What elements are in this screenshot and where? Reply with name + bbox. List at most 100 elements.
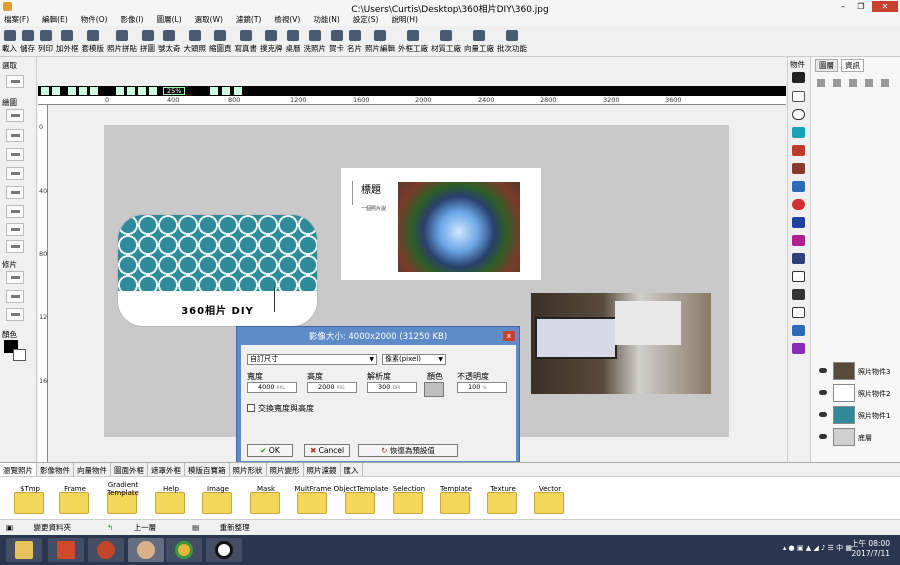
tab-frames[interactable]: 圖面外框: [111, 463, 148, 476]
tab-templates[interactable]: 模版百寶箱: [185, 463, 230, 476]
toolbar-photo-edit-button[interactable]: 照片編輯: [365, 27, 395, 56]
layer-item[interactable]: 照片物件1: [817, 406, 899, 424]
cut-icon[interactable]: [79, 87, 87, 95]
tray-icons[interactable]: ▴ ● ▣ ▲ ◢ ♪ ☰: [783, 544, 836, 552]
toolbar-id-photo-button[interactable]: 大頭照: [184, 27, 206, 56]
magnifier-icon[interactable]: [792, 181, 805, 192]
toolbar-montage-button[interactable]: 號太奇: [158, 27, 181, 56]
tab-vector-objects[interactable]: 向量物件: [74, 463, 111, 476]
pen-tool[interactable]: [6, 109, 24, 122]
eye-icon[interactable]: [819, 412, 827, 417]
menu-filter[interactable]: 濾鏡(T): [236, 14, 261, 26]
folder-item[interactable]: $Tmp: [14, 485, 46, 514]
tab-mask-frames[interactable]: 遮罩外框: [148, 463, 185, 476]
tab-photo-shapes[interactable]: 照片形狀: [230, 463, 267, 476]
swap-checkbox[interactable]: [247, 404, 255, 412]
redeye-tool[interactable]: [6, 308, 24, 321]
layer-options-icon[interactable]: [881, 79, 889, 87]
tab-image-objects[interactable]: 影像物件: [37, 463, 74, 476]
taskbar-chrome[interactable]: [166, 538, 202, 562]
menu-function[interactable]: 功能(N): [313, 14, 339, 26]
line-tool[interactable]: [6, 205, 24, 218]
parent-folder-button[interactable]: ↰ 上一層: [107, 520, 174, 535]
tab-photo-filters[interactable]: 照片濾鏡: [304, 463, 341, 476]
menu-edit[interactable]: 編輯(E): [42, 14, 68, 26]
menu-file[interactable]: 檔案(F): [4, 14, 29, 26]
actual-size-icon[interactable]: [149, 87, 157, 95]
color-picker[interactable]: [424, 382, 444, 397]
clock-icon[interactable]: [792, 199, 805, 210]
folder-item[interactable]: Mask: [250, 485, 282, 514]
photo-object-3[interactable]: [531, 293, 711, 394]
calendar-object-icon[interactable]: [792, 253, 805, 264]
rect-select-tool[interactable]: [6, 75, 24, 88]
hand-icon[interactable]: [222, 87, 230, 95]
toolbar-photobook-button[interactable]: 寫真書: [235, 27, 257, 56]
taskbar-explorer[interactable]: [6, 538, 42, 562]
toolbar-puzzle-button[interactable]: 拼圖: [140, 27, 155, 56]
eraser-tool[interactable]: [6, 129, 24, 142]
menu-layer[interactable]: 圖層(L): [157, 14, 182, 26]
toolbar-batch-button[interactable]: 批次功能: [497, 27, 527, 56]
abc-icon[interactable]: [792, 109, 805, 120]
toolbar-frame-factory-button[interactable]: 外框工廠: [398, 27, 428, 56]
menu-view[interactable]: 檢視(V): [274, 14, 300, 26]
menu-object[interactable]: 物件(O): [81, 14, 108, 26]
eye-icon[interactable]: [819, 368, 827, 373]
zoom-out-icon[interactable]: [127, 87, 135, 95]
height-field[interactable]: 2000 PXL: [307, 382, 357, 393]
photo-object-icon[interactable]: [792, 163, 805, 174]
zoom-in-icon[interactable]: [116, 87, 124, 95]
brush-tool[interactable]: [6, 148, 24, 161]
paste-icon[interactable]: [90, 87, 98, 95]
arrow-right-icon[interactable]: [792, 307, 805, 318]
tab-info[interactable]: 資訊: [841, 59, 864, 72]
grid-icon[interactable]: [234, 87, 242, 95]
toolbar-texture-factory-button[interactable]: 材質工廠: [431, 27, 461, 56]
toolbar-load-button[interactable]: 載入: [2, 27, 17, 56]
shape-tool[interactable]: [6, 240, 24, 253]
copy-icon[interactable]: [68, 87, 76, 95]
frame-object-icon[interactable]: [792, 145, 805, 156]
eye-icon[interactable]: [819, 390, 827, 395]
toolbar-greeting-card-button[interactable]: 賀卡: [329, 27, 344, 56]
folder-item[interactable]: Selection: [393, 485, 425, 514]
folder-item[interactable]: Vector: [534, 485, 566, 514]
delete-layer-icon[interactable]: [833, 79, 841, 87]
resolution-field[interactable]: 300 DPI: [367, 382, 417, 393]
zoom-level[interactable]: 25%: [163, 87, 186, 95]
ok-button[interactable]: ✔ OK: [247, 444, 293, 457]
taskbar-app[interactable]: [88, 538, 124, 562]
toolbar-poker-button[interactable]: 撲克牌: [260, 27, 283, 56]
clone-tool[interactable]: [6, 271, 24, 284]
tab-photo-warp[interactable]: 照片變形: [267, 463, 304, 476]
exif-icon[interactable]: [792, 217, 805, 228]
menu-select[interactable]: 選取(W): [195, 14, 223, 26]
menu-image[interactable]: 影像(I): [121, 14, 144, 26]
folder-item[interactable]: Help: [155, 485, 187, 514]
text-box-icon[interactable]: [792, 91, 805, 102]
tab-browse-photos[interactable]: 瀏覽照片: [0, 463, 37, 476]
menu-settings[interactable]: 設定(S): [353, 14, 379, 26]
speech-bubble-icon[interactable]: [792, 271, 805, 282]
image-object-icon[interactable]: [792, 127, 805, 138]
folder-item[interactable]: MultFrame: [295, 485, 331, 514]
folder-item[interactable]: ObjectTemplate: [334, 485, 388, 514]
toolbar-thumbnail-button[interactable]: 縮圖頁: [209, 27, 232, 56]
toolbar-save-button[interactable]: 儲存: [20, 27, 35, 56]
toolbar-template-button[interactable]: 套模版: [82, 27, 104, 56]
refresh-button[interactable]: ▤ 重新整理: [192, 520, 267, 535]
redo-icon[interactable]: [52, 87, 60, 95]
fill-tool[interactable]: [6, 186, 24, 199]
layer-item[interactable]: 照片物件2: [817, 384, 899, 402]
restore-button[interactable]: ❐: [853, 1, 869, 12]
reset-defaults-button[interactable]: ↻ 恢復為預設值: [358, 444, 458, 457]
clock[interactable]: 上午 08:00 2017/7/11: [851, 539, 890, 559]
tab-import[interactable]: 匯入: [341, 463, 363, 476]
text-icon[interactable]: [792, 72, 805, 83]
cancel-button[interactable]: ✖ Cancel: [304, 444, 350, 457]
lock-layer-icon[interactable]: [849, 79, 857, 87]
menu-help[interactable]: 說明(H): [391, 14, 418, 26]
mosaic-icon[interactable]: [792, 343, 805, 354]
shape-object-icon[interactable]: [792, 325, 805, 336]
